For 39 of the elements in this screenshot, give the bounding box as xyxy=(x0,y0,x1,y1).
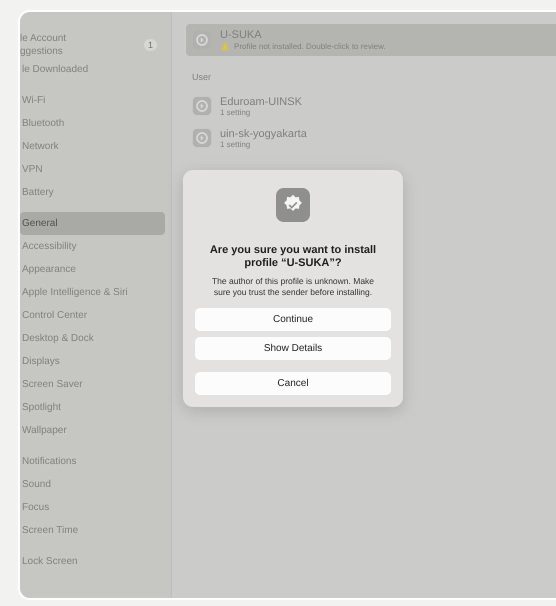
sidebar-item[interactable]: Lock Screen xyxy=(20,550,165,573)
sidebar-item[interactable]: Screen Saver xyxy=(20,373,165,396)
sidebar-item[interactable]: Network xyxy=(20,135,165,158)
dialog-message: The author of this profile is unknown. Make sure you trust the sender before installing. xyxy=(210,276,376,298)
profile-icon xyxy=(192,96,212,116)
sidebar-item[interactable]: Accessibility xyxy=(20,235,165,258)
profile-detail: 1 setting xyxy=(220,108,250,116)
sidebar-item[interactable]: Displays xyxy=(20,350,165,373)
sidebar-item[interactable]: Wallpaper xyxy=(20,419,165,442)
dialog-title: Are you sure you want to install profile “U-SUKA”? xyxy=(208,244,378,270)
count-badge: 1 xyxy=(144,39,157,51)
sidebar-item[interactable]: Appearance xyxy=(20,258,165,281)
sidebar-item[interactable]: Control Center xyxy=(20,304,165,327)
profile-detail: 1 setting xyxy=(220,140,250,148)
sidebar-item[interactable]: Spotlight xyxy=(20,396,165,419)
account-text: le Account xyxy=(20,32,66,45)
verified-badge-icon xyxy=(276,188,310,222)
profile-row[interactable]: uin-sk-yogyakarta 1 setting xyxy=(186,122,556,154)
sidebar-item[interactable]: Desktop & Dock xyxy=(20,327,165,350)
sidebar-item[interactable]: VPN xyxy=(20,158,165,181)
profile-icon xyxy=(192,128,212,148)
sidebar-item[interactable]: Focus xyxy=(20,496,165,519)
sidebar-item[interactable]: Notifications xyxy=(20,450,165,473)
sidebar-item[interactable]: Battery xyxy=(20,181,165,204)
sidebar-item[interactable]: Bluetooth xyxy=(20,112,165,135)
profile-name: uin-sk-yogyakarta xyxy=(220,128,307,140)
sidebar-item[interactable]: General xyxy=(20,212,165,235)
account-text: ggestions xyxy=(20,45,64,58)
sidebar-item[interactable]: Apple Intelligence & Siri xyxy=(20,281,165,304)
sidebar-item[interactable]: Screen Time xyxy=(20,519,165,542)
sidebar-item[interactable]: Sound xyxy=(20,473,165,496)
dialog-button[interactable]: Continue xyxy=(195,308,391,331)
section-header: User xyxy=(192,72,212,82)
dialog-button[interactable]: Show Details xyxy=(195,337,391,360)
profile-name: Eduroam-UINSK xyxy=(220,96,302,108)
cancel-button[interactable]: Cancel xyxy=(195,372,391,395)
sidebar-item[interactable]: Wi-Fi xyxy=(20,89,165,112)
sidebar-item[interactable]: le Downloaded xyxy=(20,58,165,81)
profile-row[interactable]: Eduroam-UINSK 1 setting xyxy=(186,90,556,122)
